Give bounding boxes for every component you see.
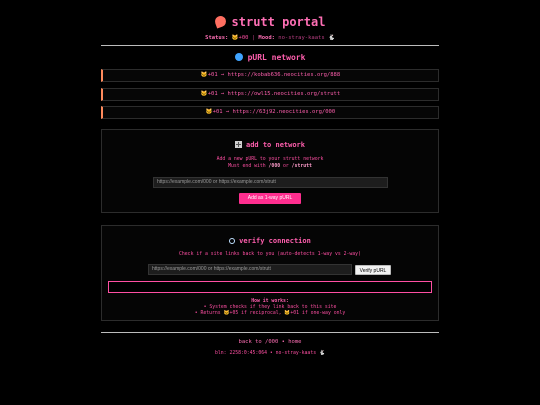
footer-divider [101,332,439,333]
verify-result-box [108,281,432,293]
add-title: add to network [102,141,438,149]
footer-meta: bln: 2258:0:45:064 • no-stray-kaats 🐇 [215,351,325,356]
how-it-works-line-2: • Returns 🐱+05 if reciprocal, 🐱+01 if on… [194,311,346,316]
verify-subtitle: Check if a site links back to you (auto-… [179,252,361,257]
status-divider: | [251,35,256,41]
header-divider [101,45,439,46]
add-requirement-or: or [280,164,292,169]
verify-panel: verify connection Check if a site links … [101,225,439,321]
status-line: Status: 🐱+00 | Mood: no-stray-kaats 🐇 [101,35,439,41]
verify-title-text: verify connection [239,237,311,245]
network-link-1[interactable]: 🐱+01 → https://kobab636.neocities.org/88… [101,69,439,82]
back-home-link[interactable]: back to /000 • home [101,339,439,345]
network-link-3[interactable]: 🐱+01 → https://63j92.neocities.org/000 [101,106,439,119]
add-url-input[interactable]: https://example.com/000 or https://examp… [153,177,388,188]
status-label: Status: [205,35,229,41]
verify-url-input[interactable]: https://example.com/000 or https://examp… [148,264,352,275]
add-title-text: add to network [245,141,305,149]
add-requirement-prefix: Must end with [228,164,269,169]
network-title: pURL network [101,53,439,62]
add-panel: add to network Add a new pURL to your st… [101,129,439,213]
suffix-000: /000 [268,164,281,169]
globe-icon [234,53,243,61]
plus-icon [234,141,242,148]
network-link-2[interactable]: 🐱+01 → https://owl15.neocities.org/strut… [101,88,439,101]
mood-label: Mood: [258,35,275,41]
add-requirement: Must end with /000 or /strutt [102,163,438,170]
page-title-text: strutt portal [231,15,326,29]
logo-icon [212,14,228,29]
verify-title: verify connection [102,237,438,245]
add-purl-button[interactable]: Add as 1-way pURL [239,193,301,204]
verify-purl-button[interactable]: Verify pURL [355,265,391,275]
suffix-strutt: /strutt [291,164,312,169]
magnifier-icon [229,238,236,244]
status-value: 🐱+00 [231,35,249,41]
network-title-text: pURL network [247,53,306,62]
mood-value: no-stray-kaats 🐇 [278,35,335,41]
add-description: Add a new pURL to your strutt network [216,157,324,162]
page-title: strutt portal [101,14,439,29]
